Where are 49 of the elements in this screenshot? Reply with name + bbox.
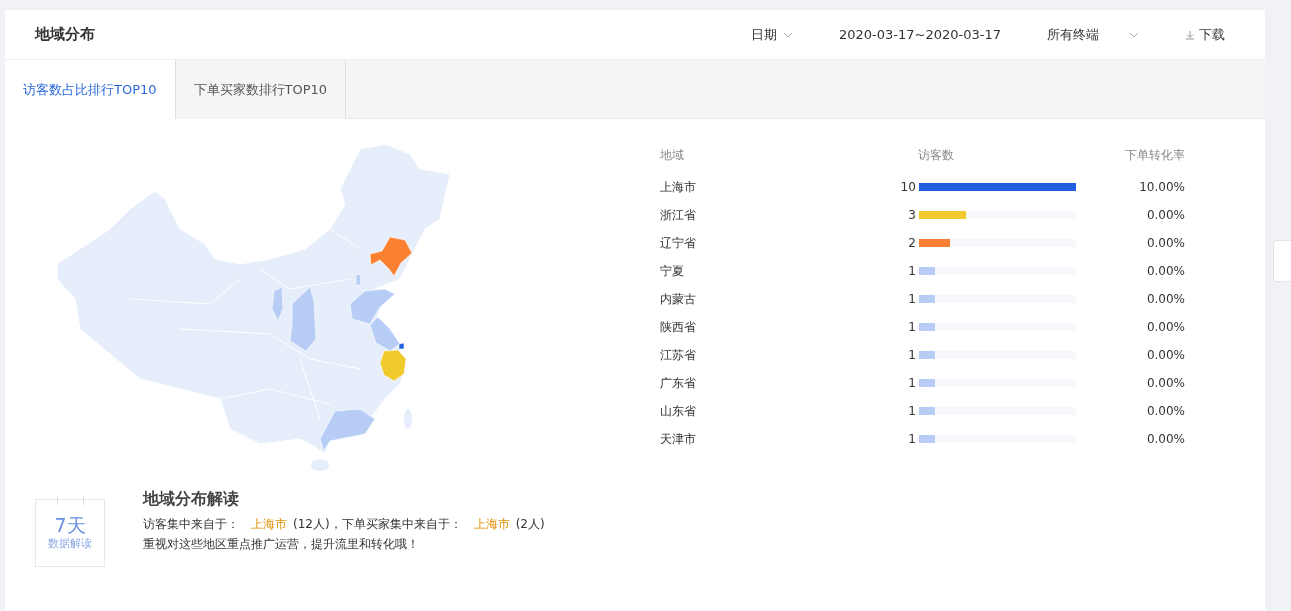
conversion-rate: 0.00% (1145, 236, 1185, 250)
badge-label: 数据解读 (48, 535, 92, 551)
date-range[interactable]: 2020-03-17~2020-03-17 (839, 27, 1001, 42)
visitor-count: 1 (907, 432, 916, 446)
region-name: 浙江省 (659, 206, 697, 224)
region-name: 天津市 (659, 430, 697, 448)
insight-text: 重视对这些地区重点推广运营，提升流里和转化哦！ (143, 536, 420, 553)
date-dropdown[interactable]: 日期 (751, 25, 793, 44)
badge-number: 7天 (54, 515, 86, 536)
visitor-count: 1 (907, 404, 916, 418)
insight-text: 访客集中来自于： 上海市 (12人)，下单买家集中来自于： 上海市 (2人) (143, 516, 545, 533)
region-name: 上海市 (659, 178, 697, 196)
tab[interactable]: 访客数占比排行TOP10 (5, 60, 176, 119)
download-button[interactable]: 下载 (1185, 25, 1225, 44)
terminal-dropdown[interactable]: 所有终端 (1047, 25, 1139, 44)
conversion-rate: 0.00% (1145, 208, 1185, 222)
tab[interactable]: 下单买家数排行TOP10 (175, 60, 347, 119)
chevron-icon (1129, 31, 1139, 38)
section-title: 地域分布 (35, 25, 95, 44)
visitor-count: 10 (899, 180, 916, 194)
conversion-rate: 0.00% (1145, 292, 1185, 306)
conversion-rate: 10.00% (1138, 180, 1185, 194)
region-name: 宁夏 (659, 262, 685, 280)
visitor-count: 3 (907, 208, 916, 222)
visitor-count: 1 (907, 348, 916, 362)
region-name: 内蒙古 (659, 290, 697, 308)
conversion-rate: 0.00% (1145, 320, 1185, 334)
download-icon (1185, 29, 1195, 40)
conversion-rate: 0.00% (1145, 264, 1185, 278)
conversion-rate: 0.00% (1145, 404, 1185, 418)
region-name: 辽宁省 (659, 234, 697, 252)
region-name: 江苏省 (659, 346, 697, 364)
visitor-count: 1 (907, 264, 916, 278)
visitor-count: 1 (907, 320, 916, 334)
column-header: 地域 (659, 146, 685, 164)
side-handle[interactable] (1273, 240, 1291, 282)
column-header: 下单转化率 (1124, 146, 1185, 164)
visitor-count: 1 (907, 376, 916, 390)
region-name: 陕西省 (659, 318, 697, 336)
visitor-count: 2 (907, 236, 916, 250)
region-name: 山东省 (659, 402, 697, 420)
conversion-rate: 0.00% (1145, 376, 1185, 390)
chevron-icon (783, 31, 793, 38)
column-header: 访客数 (916, 146, 955, 164)
conversion-rate: 0.00% (1145, 348, 1185, 362)
insight-title: 地域分布解读 (143, 489, 240, 510)
conversion-rate: 0.00% (1145, 432, 1185, 446)
visitor-count: 1 (907, 292, 916, 306)
region-name: 广东省 (659, 374, 697, 392)
